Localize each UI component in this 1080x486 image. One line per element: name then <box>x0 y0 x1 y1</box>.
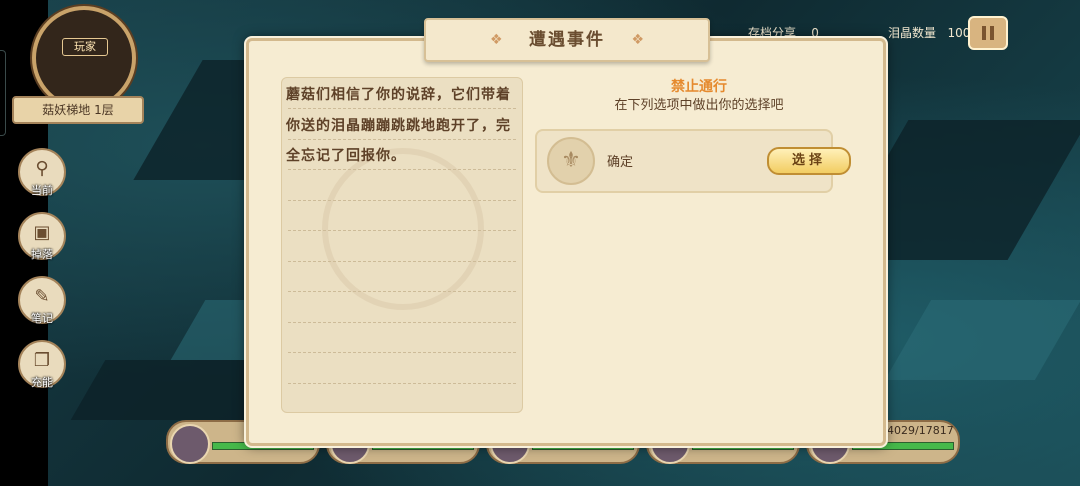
story-text: 蘑菇们相信了你的说辞，它们带着你送的泪晶蹦蹦跳跳地跑开了，完全忘记了回报你。 <box>286 87 511 164</box>
select-button[interactable]: 选择 <box>767 147 851 175</box>
tear-crystal-stat: 泪晶数量 1000 <box>888 22 978 44</box>
choice-subtitle: 在下列选项中做出你的选择吧 <box>614 98 784 113</box>
side-button-label: 笔记 <box>31 312 53 325</box>
book-icon: ❐ <box>33 350 51 371</box>
dialog-title: 遭遇事件 <box>529 30 605 50</box>
side-button-label: 掉落 <box>31 248 53 261</box>
encounter-dialog: 蘑菇们相信了你的说辞，它们带着你送的泪晶蹦蹦跳跳地跑开了，完全忘记了回报你。 禁… <box>246 38 886 446</box>
side-button-charge[interactable]: ❐ 充能 <box>18 340 66 389</box>
minimap[interactable]: 玩家 <box>32 6 136 110</box>
location-pin-icon: ⚲ <box>35 158 49 179</box>
choice-option[interactable]: ⚜ 确定 选择 <box>535 129 851 193</box>
right-ornament-icon: ❖ <box>631 32 644 48</box>
map-name-label: 菇妖梯地 1层 <box>12 96 144 124</box>
bezel-handle <box>0 50 6 136</box>
party-hp-readout: 14029/17817 <box>880 424 954 437</box>
side-button-label: 充能 <box>31 376 53 389</box>
bag-icon: ▣ <box>33 222 51 243</box>
side-button-drops[interactable]: ▣ 掉落 <box>18 212 66 261</box>
choice-header: 禁止通行 在下列选项中做出你的选择吧 <box>539 77 859 115</box>
avatar <box>170 424 210 464</box>
choice-title: 禁止通行 <box>671 79 727 95</box>
side-button-current[interactable]: ⚲ 当前 <box>18 148 66 197</box>
rabbit-watermark-icon <box>322 148 484 310</box>
dialog-title-banner: ❖ 遭遇事件 ❖ <box>424 18 710 62</box>
pause-button[interactable] <box>968 16 1008 50</box>
story-panel: 蘑菇们相信了你的说辞，它们带着你送的泪晶蹦蹦跳跳地跑开了，完全忘记了回报你。 <box>281 77 523 413</box>
option-label: 确定 <box>607 155 634 170</box>
scroll-icon: ✎ <box>34 286 50 307</box>
left-ornament-icon: ❖ <box>490 32 503 48</box>
fleur-emblem-icon: ⚜ <box>547 137 595 185</box>
stat-label: 泪晶数量 <box>888 26 937 40</box>
side-button-notes[interactable]: ✎ 笔记 <box>18 276 66 325</box>
side-button-label: 当前 <box>31 184 53 197</box>
minimap-player-tag: 玩家 <box>62 38 108 56</box>
